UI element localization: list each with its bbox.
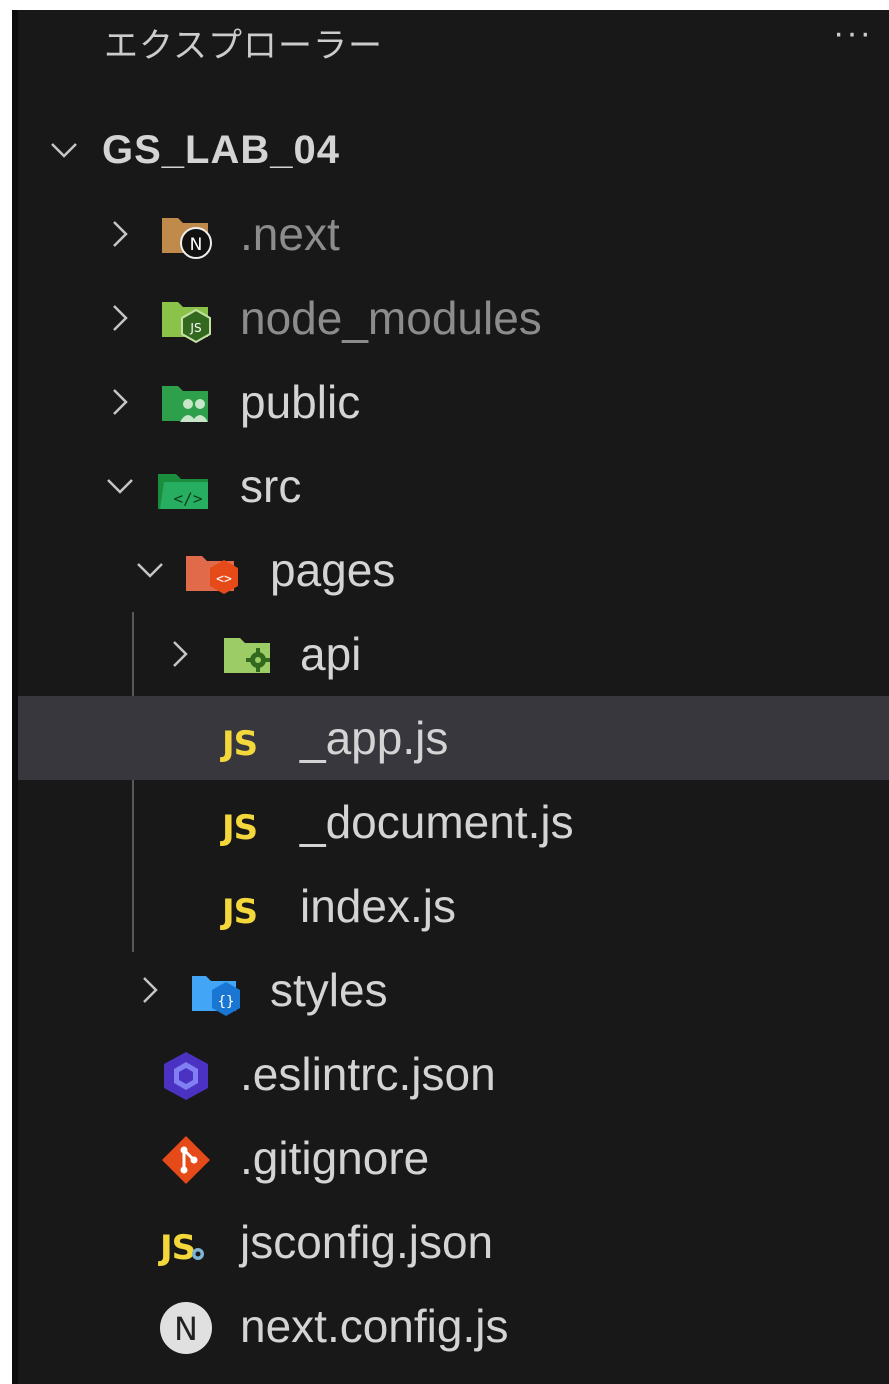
nextjs-folder-icon: N <box>160 210 216 260</box>
tree-item-label: node_modules <box>240 292 542 344</box>
tree-item-pages[interactable]: <> pages <box>18 528 889 612</box>
tree-item-next[interactable]: N .next <box>18 192 889 276</box>
tree-item-label: _document.js <box>300 796 574 848</box>
tree-item-index-js[interactable]: JS index.js <box>18 864 889 948</box>
tree-item-label: src <box>240 460 302 512</box>
js-file-icon: JS <box>222 798 278 848</box>
api-folder-icon <box>222 630 278 680</box>
src-folder-icon: </> <box>156 462 212 512</box>
tree-item-label: styles <box>270 964 388 1016</box>
svg-text:</>: </> <box>174 489 203 508</box>
svg-text:JS: JS <box>189 321 201 335</box>
svg-text:<>: <> <box>216 572 232 587</box>
tree-item-styles[interactable]: {} styles <box>18 948 889 1032</box>
tree-item-label: public <box>240 376 361 428</box>
tree-item-label: pages <box>270 544 396 596</box>
tree-root-gs-lab-04[interactable]: GS_LAB_04 <box>18 108 889 192</box>
pages-folder-icon: <> <box>184 546 240 596</box>
tree-item-label: jsconfig.json <box>240 1216 494 1268</box>
tree-item-label: .gitignore <box>240 1132 430 1184</box>
nextjs-icon: N <box>158 1302 214 1354</box>
svg-text:N: N <box>174 1310 198 1348</box>
chevron-down-icon <box>128 528 168 612</box>
tree-item-label: .next <box>240 208 340 260</box>
js-badge: JS <box>222 808 258 848</box>
tree-item-next-config-js[interactable]: N next.config.js <box>18 1284 889 1368</box>
tree-item-api[interactable]: api <box>18 612 889 696</box>
chevron-right-icon <box>128 948 168 1032</box>
tree-item-src[interactable]: </> src <box>18 444 889 528</box>
tree-item-public[interactable]: public <box>18 360 889 444</box>
explorer-title: エクスプローラー <box>104 26 383 66</box>
chevron-right-icon <box>98 192 138 276</box>
more-actions-button[interactable]: ··· <box>833 14 873 53</box>
explorer-panel: エクスプローラー ··· GS_LAB_04 N .next JS node_m… <box>12 10 889 1384</box>
public-folder-icon <box>160 378 216 428</box>
eslint-icon <box>158 1050 214 1100</box>
tree-item-label: api <box>300 628 362 680</box>
chevron-down-icon <box>98 444 138 528</box>
chevron-down-icon <box>42 108 82 192</box>
chevron-right-icon <box>98 360 138 444</box>
tree-item-label: _app.js <box>300 712 449 764</box>
tree-root-label: GS_LAB_04 <box>102 128 340 172</box>
tree-item-node-modules[interactable]: JS node_modules <box>18 276 889 360</box>
jsconfig-icon: JS <box>160 1218 216 1268</box>
git-icon <box>158 1134 214 1184</box>
tree-item-document-js[interactable]: JS _document.js <box>18 780 889 864</box>
svg-text:N: N <box>190 235 203 255</box>
js-badge: JS <box>222 892 258 932</box>
tree-item-label: .eslintrc.json <box>240 1048 496 1100</box>
js-badge: JS <box>222 724 258 764</box>
js-file-icon: JS <box>222 714 278 764</box>
styles-folder-icon: {} <box>190 966 246 1016</box>
js-file-icon: JS <box>222 882 278 932</box>
tree-item-label: next.config.js <box>240 1300 509 1352</box>
chevron-right-icon <box>158 612 198 696</box>
node-folder-icon: JS <box>160 294 216 344</box>
chevron-right-icon <box>98 276 138 360</box>
svg-text:{}: {} <box>218 994 235 1010</box>
tree-item-gitignore[interactable]: .gitignore <box>18 1116 889 1200</box>
tree-item-jsconfig-json[interactable]: JS jsconfig.json <box>18 1200 889 1284</box>
explorer-header: エクスプローラー ··· <box>18 10 889 72</box>
tree-item-app-js[interactable]: JS _app.js <box>18 696 889 780</box>
tree-item-label: index.js <box>300 880 456 932</box>
tree-item-eslintrc-json[interactable]: .eslintrc.json <box>18 1032 889 1116</box>
